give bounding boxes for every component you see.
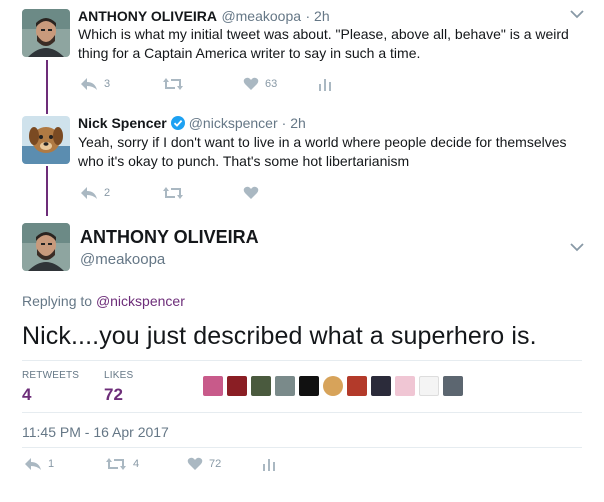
liker-avatar[interactable] xyxy=(227,376,247,396)
author-name[interactable]: ANTHONY OLIVEIRA xyxy=(78,8,217,24)
analytics-icon xyxy=(263,459,275,471)
tweet-text: who it's okay to punch. That's some hot … xyxy=(78,153,410,169)
reply-icon xyxy=(81,187,97,199)
replying-to: Replying to @nickspencer xyxy=(22,293,185,309)
thread-line xyxy=(46,166,48,216)
liker-avatar[interactable] xyxy=(203,376,223,396)
heart-icon xyxy=(243,186,259,199)
liker-avatar[interactable] xyxy=(371,376,391,396)
chevron-down-icon[interactable] xyxy=(570,242,584,252)
thread-line xyxy=(46,60,48,114)
author-handle[interactable]: @meakoopa xyxy=(221,8,301,24)
avatar[interactable] xyxy=(22,116,70,164)
likes-label: LIKES xyxy=(104,370,134,381)
avatar[interactable] xyxy=(22,223,70,271)
liker-avatar[interactable] xyxy=(395,376,415,396)
like-button[interactable]: 72 xyxy=(187,457,221,471)
tweet-text: thing for a Captain America writer to sa… xyxy=(78,45,421,61)
reply-icon xyxy=(25,458,41,470)
tweet-timestamp[interactable]: 11:45 PM - 16 Apr 2017 xyxy=(22,424,169,440)
retweet-button[interactable]: 4 xyxy=(105,457,139,471)
main-tweet-text: Nick....you just described what a superh… xyxy=(22,322,537,350)
like-button[interactable] xyxy=(243,186,265,200)
author-handle[interactable]: @nickspencer xyxy=(189,115,278,131)
retweet-icon xyxy=(106,458,126,470)
author-name[interactable]: Nick Spencer xyxy=(78,115,167,131)
avatar[interactable] xyxy=(22,9,70,57)
liker-avatar[interactable] xyxy=(251,376,271,396)
reply-count: 3 xyxy=(104,78,111,90)
tweet-text: Yeah, sorry if I don't want to live in a… xyxy=(78,134,567,150)
likes-value: 72 xyxy=(104,385,123,404)
liker-avatar[interactable] xyxy=(299,376,319,396)
divider xyxy=(22,447,582,448)
author-handle[interactable]: @meakoopa xyxy=(80,251,165,268)
liker-avatar[interactable] xyxy=(323,376,343,396)
tweet-text: Which is what my initial tweet was about… xyxy=(78,26,569,42)
reply-count: 1 xyxy=(48,458,55,470)
liker-avatar[interactable] xyxy=(443,376,463,396)
heart-icon xyxy=(187,457,203,470)
analytics-icon xyxy=(319,79,331,91)
retweet-button[interactable] xyxy=(162,77,190,91)
likes-stat[interactable]: LIKES 72 xyxy=(104,370,133,405)
reply-button[interactable]: 2 xyxy=(80,186,110,200)
retweets-stat[interactable]: RETWEETS 4 xyxy=(22,370,79,405)
reply-button[interactable]: 1 xyxy=(24,457,54,471)
analytics-button[interactable] xyxy=(262,457,276,471)
verified-icon xyxy=(170,116,185,130)
liker-avatar[interactable] xyxy=(347,376,367,396)
author-name[interactable]: ANTHONY OLIVEIRA xyxy=(80,227,259,248)
liker-avatar[interactable] xyxy=(275,376,295,396)
reply-button[interactable]: 3 xyxy=(80,77,110,91)
like-count: 72 xyxy=(209,458,222,470)
retweets-label: RETWEETS xyxy=(22,370,80,381)
divider xyxy=(22,360,582,361)
replying-label: Replying to xyxy=(22,293,93,309)
reply-count: 2 xyxy=(104,187,111,199)
reply-icon xyxy=(81,78,97,90)
retweets-value: 4 xyxy=(22,385,32,404)
retweet-icon xyxy=(163,187,183,199)
replying-handle-link[interactable]: @nickspencer xyxy=(96,293,185,309)
divider xyxy=(22,412,582,413)
like-count: 63 xyxy=(265,78,278,90)
tweet-time[interactable]: · 2h xyxy=(305,8,329,24)
retweet-count: 4 xyxy=(133,458,140,470)
chevron-down-icon[interactable] xyxy=(570,9,584,19)
retweet-icon xyxy=(163,78,183,90)
heart-icon xyxy=(243,77,259,90)
retweet-button[interactable] xyxy=(162,186,190,200)
like-button[interactable]: 63 xyxy=(243,77,277,91)
liker-avatar[interactable] xyxy=(419,376,439,396)
analytics-button[interactable] xyxy=(318,77,332,91)
tweet-time[interactable]: · 2h xyxy=(282,115,306,131)
